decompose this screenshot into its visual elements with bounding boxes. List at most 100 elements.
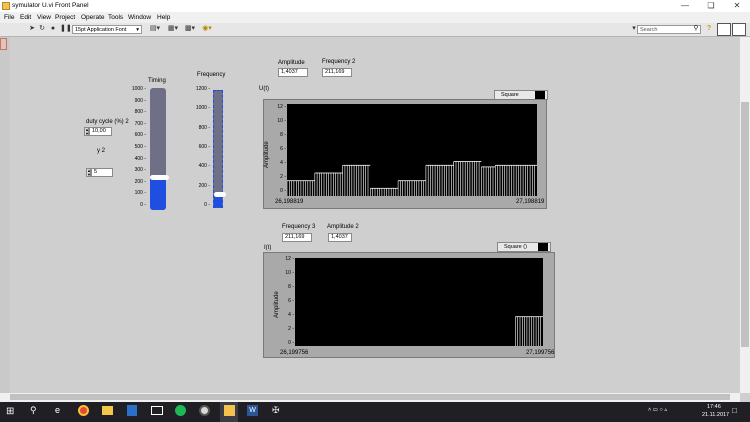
graph1-y-tick-label: 8 - bbox=[280, 132, 286, 138]
window-title: symulator U.vi Front Panel bbox=[12, 2, 89, 9]
square-wave-icon bbox=[538, 243, 548, 251]
frequency-tick-label: 600 - bbox=[198, 144, 210, 150]
timing-slider-fill bbox=[150, 177, 166, 210]
clock-date: 21.11.2017 bbox=[702, 412, 730, 418]
tool-icon[interactable]: ✠ bbox=[272, 405, 283, 416]
menu-tools[interactable]: Tools bbox=[108, 14, 123, 21]
connector-pane-icon[interactable] bbox=[717, 23, 731, 36]
menu-edit[interactable]: Edit bbox=[20, 14, 31, 21]
frequency-tick-label: 200 - bbox=[198, 182, 210, 189]
graph1-y-tick-label: 12 - bbox=[277, 104, 286, 110]
graph1-legend-label: Square bbox=[501, 92, 519, 98]
labview-icon[interactable] bbox=[224, 405, 235, 416]
graph2-yaxis: 12 - 10 - 8 - 6 - 4 - 2 - 0 - bbox=[280, 256, 294, 348]
resize-objects-icon[interactable]: ▩▾ bbox=[183, 25, 197, 32]
clock-time: 17:46 bbox=[707, 404, 721, 410]
distribute-objects-icon[interactable]: ▦▾ bbox=[166, 25, 180, 32]
timing-tick-label: 0 - bbox=[140, 202, 146, 208]
font-selector-label: 15pt Application Font bbox=[75, 27, 127, 33]
minimize-button[interactable]: — bbox=[672, 0, 698, 12]
search-icon[interactable]: ⚲ bbox=[30, 405, 37, 416]
windows-start-icon[interactable]: ⊞ bbox=[6, 406, 17, 417]
frequency-2-label: Frequency 2 bbox=[322, 59, 356, 65]
tray-icons[interactable]: ˄ ▭ ○ ▵ bbox=[648, 407, 667, 413]
frequency-scale: 1200 - 1000 - 800 - 600 - 400 - 200 - 0 - bbox=[188, 86, 212, 210]
timing-tick-label: 500 - bbox=[134, 144, 146, 150]
store-icon[interactable] bbox=[127, 405, 137, 416]
graph2-y-tick-label: 6 - bbox=[288, 298, 294, 304]
duty-cycle-label: duty cycle (%) 2 bbox=[86, 119, 129, 125]
chrome-icon[interactable] bbox=[78, 405, 89, 416]
graph2-y-tick-label: 0 - bbox=[288, 340, 294, 346]
timing-tick-label: 200 - bbox=[134, 178, 146, 185]
frequency-slider-track[interactable] bbox=[213, 90, 226, 208]
square-wave-icon bbox=[535, 91, 545, 99]
notifications-icon[interactable]: □ bbox=[732, 406, 737, 415]
frequency-tick-label: 1200 - bbox=[195, 86, 210, 92]
frequency-slider-label: Frequency bbox=[197, 72, 226, 78]
menu-bar: File Edit View Project Operate Tools Win… bbox=[0, 12, 750, 23]
y-label: y 2 bbox=[97, 148, 106, 154]
graph2-xmin: 26,199756 bbox=[280, 350, 309, 356]
graph2-y-tick-label: 2 - bbox=[288, 326, 294, 332]
vi-icon[interactable] bbox=[732, 23, 746, 36]
run-arrow-icon[interactable]: ➤ bbox=[28, 25, 36, 32]
timing-tick-label: 600 - bbox=[134, 132, 146, 139]
frequency-3-label: Frequency 3 bbox=[282, 224, 316, 230]
word-icon[interactable]: W bbox=[247, 405, 258, 416]
settings-gear-icon[interactable] bbox=[199, 405, 210, 416]
frequency-tick-label: 800 - bbox=[198, 124, 210, 131]
timing-slider-thumb[interactable] bbox=[150, 174, 169, 180]
graph1-yaxis: 12 - 10 - 8 - 6 - 4 - 2 - 0 - bbox=[272, 104, 286, 196]
left-margin bbox=[0, 37, 10, 393]
font-selector[interactable]: 15pt Application Font ▾ bbox=[72, 25, 142, 34]
vertical-scroll-thumb[interactable] bbox=[741, 102, 749, 347]
edge-icon[interactable]: e bbox=[55, 405, 67, 417]
duty-cycle-input[interactable]: 10,00 bbox=[89, 127, 112, 136]
graph1-title: U(t) bbox=[259, 86, 269, 92]
amplitude-2-indicator: 1,4037 bbox=[328, 233, 352, 242]
frequency-tick-label: 1000 - bbox=[195, 105, 210, 112]
timing-tick-label: 800 - bbox=[134, 109, 146, 116]
chevron-down-icon: ▾ bbox=[136, 27, 139, 33]
amplitude-indicator: 1,4037 bbox=[278, 68, 308, 77]
menu-view[interactable]: View bbox=[37, 14, 51, 21]
frequency-2-indicator: 211,169 bbox=[322, 68, 352, 77]
menu-file[interactable]: File bbox=[4, 14, 14, 21]
graph2-xmax: 27,199756 bbox=[526, 350, 555, 356]
menu-operate[interactable]: Operate bbox=[81, 14, 105, 21]
spotify-icon[interactable] bbox=[175, 405, 186, 416]
close-button[interactable]: ✕ bbox=[724, 0, 750, 12]
horizontal-scroll-thumb[interactable] bbox=[10, 394, 730, 400]
search-icon[interactable]: ⚲ bbox=[692, 25, 700, 32]
graph1-ylabel: Amplitude bbox=[264, 141, 270, 168]
maximize-button[interactable]: ❏ bbox=[698, 0, 724, 12]
align-objects-icon[interactable]: ▤▾ bbox=[148, 25, 162, 32]
frequency-slider-thumb[interactable] bbox=[214, 191, 226, 197]
timing-tick-label: 400 - bbox=[134, 155, 146, 162]
graph2-y-tick-label: 4 - bbox=[288, 312, 294, 318]
graph1-y-tick-label: 2 - bbox=[280, 174, 286, 180]
menu-project[interactable]: Project bbox=[55, 14, 75, 21]
graph1-y-tick-label: 0 - bbox=[280, 188, 286, 194]
y-input[interactable]: 5 bbox=[91, 168, 113, 177]
timing-slider-track[interactable] bbox=[150, 88, 169, 210]
abort-icon[interactable]: ● bbox=[49, 25, 57, 32]
mail-icon[interactable] bbox=[151, 406, 163, 415]
menu-help[interactable]: Help bbox=[157, 14, 170, 21]
pause-icon[interactable]: ❚❚ bbox=[60, 25, 72, 32]
amplitude-label: Amplitude bbox=[278, 60, 305, 66]
file-explorer-icon[interactable] bbox=[102, 406, 113, 415]
search-placeholder: Search bbox=[640, 27, 658, 33]
graph2-plot bbox=[295, 258, 543, 346]
reorder-icon[interactable]: ◉▾ bbox=[200, 25, 214, 32]
timing-tick-label: 300 - bbox=[134, 167, 146, 174]
run-continuously-icon[interactable]: ↻ bbox=[38, 25, 46, 32]
graph2-legend[interactable]: Square () bbox=[497, 242, 551, 252]
menu-window[interactable]: Window bbox=[128, 14, 151, 21]
timing-tick-label: 100 - bbox=[134, 190, 146, 197]
app-icon bbox=[2, 2, 10, 10]
graph1-xmax: 27,198819 bbox=[516, 199, 545, 205]
timing-scale: 1000 - 900 - 800 - 700 - 600 - 500 - 400 - 300 … bbox=[124, 86, 148, 210]
help-icon[interactable]: ? bbox=[705, 25, 713, 32]
